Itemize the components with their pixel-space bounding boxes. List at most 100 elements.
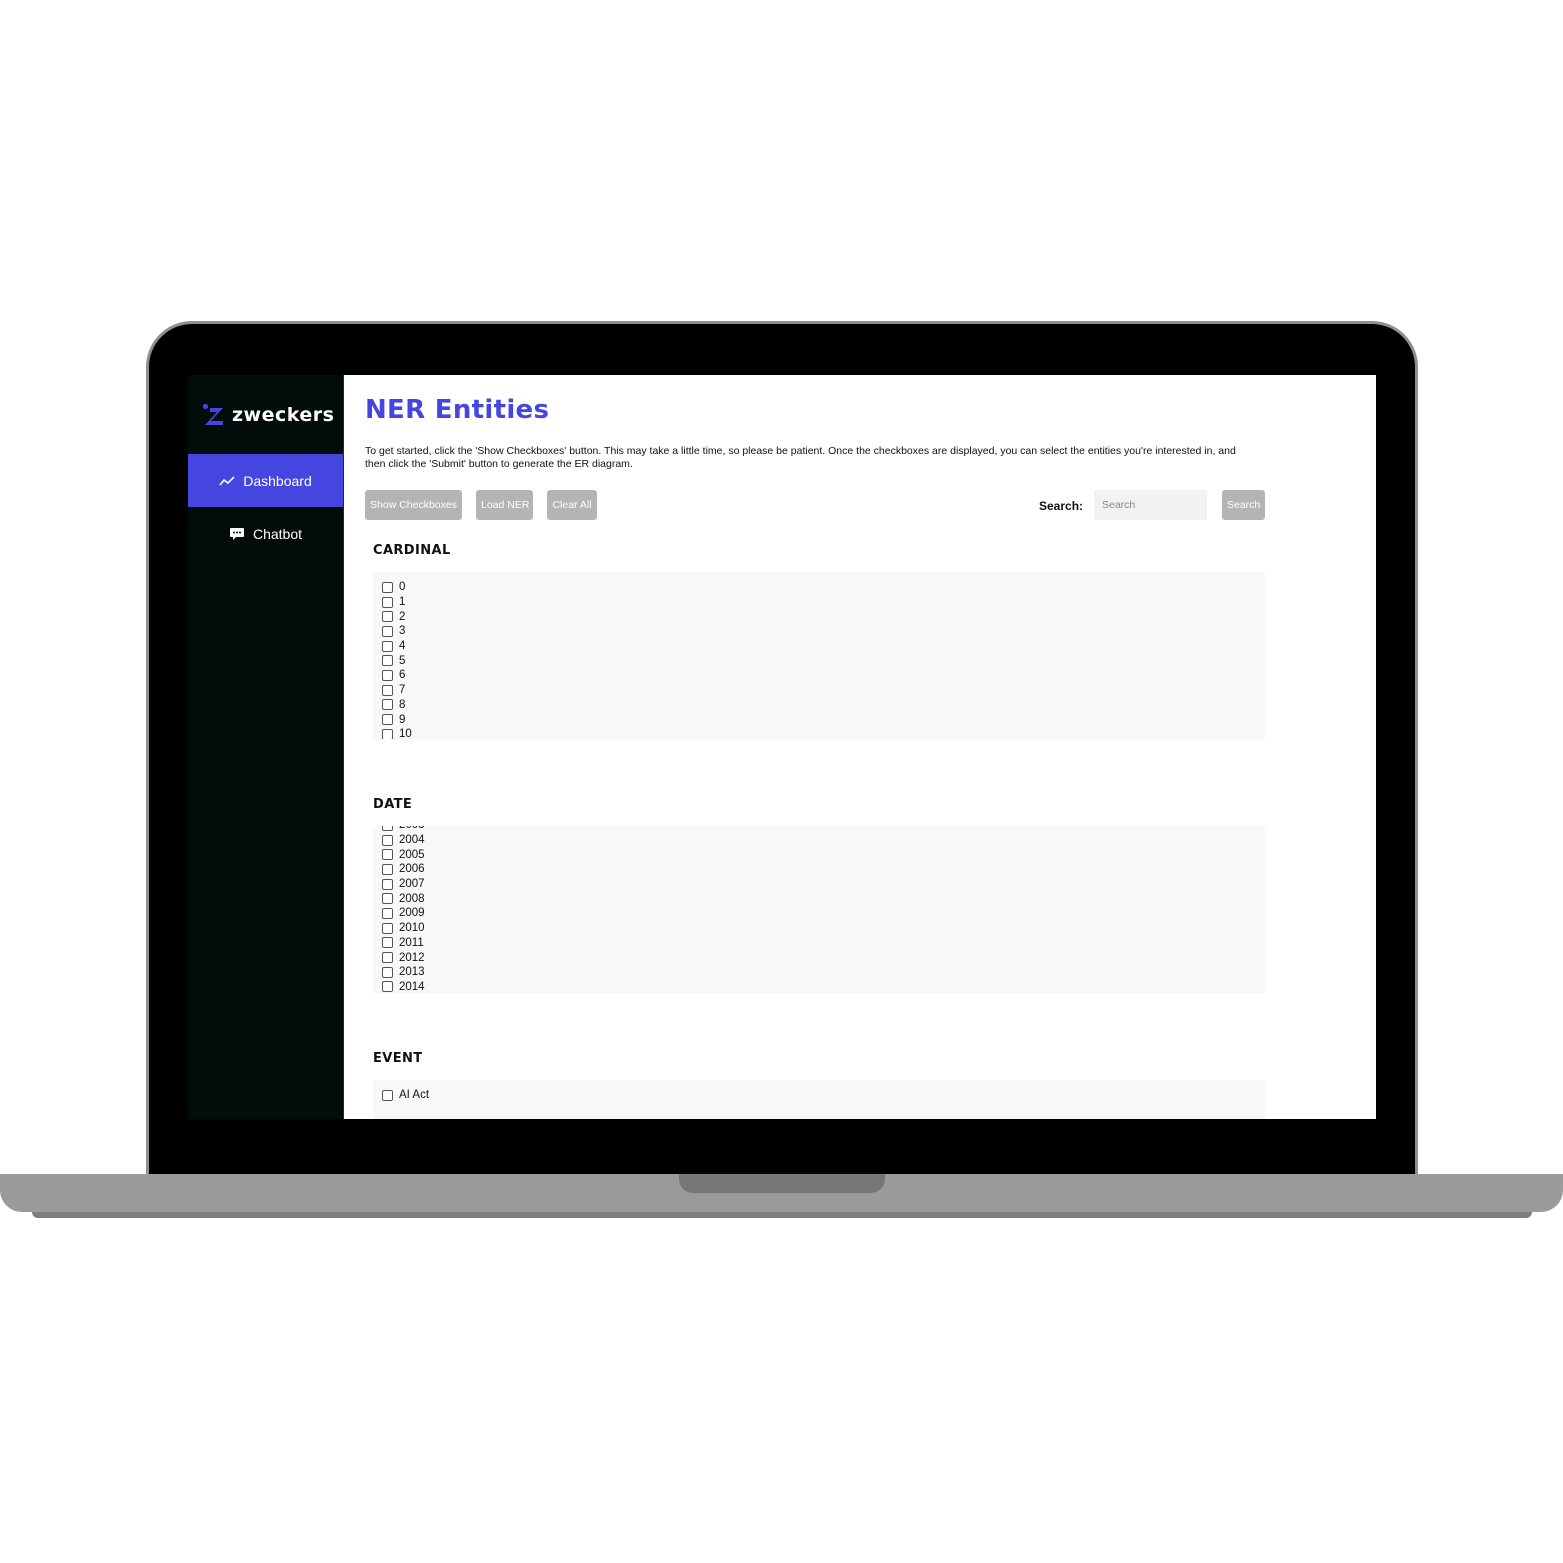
section-title: DATE — [373, 797, 413, 812]
show-checkboxes-button[interactable]: Show Checkboxes — [365, 490, 462, 520]
entity-checkbox[interactable] — [382, 581, 393, 593]
entity-list[interactable]: 0 1 2 3 4 5 6 7 8 9 10 — [373, 572, 1265, 739]
entity-checkbox[interactable] — [382, 863, 393, 875]
entity-checkbox[interactable] — [382, 966, 393, 978]
entity-label: 6 — [399, 669, 406, 682]
entity-checkbox[interactable] — [382, 834, 393, 846]
entity-checkbox[interactable] — [382, 952, 393, 964]
entity-checkbox[interactable] — [382, 669, 393, 681]
entity-list[interactable]: 2003 20042005 2006 20072008 2009 20102011 2012… — [373, 826, 1265, 993]
entity-checkbox[interactable] — [382, 596, 393, 608]
entity-label: AI Act — [399, 1089, 430, 1102]
entity-checkbox-row[interactable]: 2011 — [382, 936, 1265, 951]
entity-label: 8 — [399, 698, 406, 711]
brand[interactable]: zweckers — [188, 375, 343, 454]
entity-label: 2005 — [399, 848, 425, 861]
sidebar-item-chatbot[interactable]: Chatbot — [188, 507, 343, 560]
entity-label: 2008 — [399, 892, 425, 905]
entity-checkbox-row[interactable]: 2012 — [382, 950, 1265, 965]
entity-label: 2009 — [399, 907, 425, 920]
entity-checkbox-row[interactable]: 2006 — [382, 862, 1265, 877]
entity-checkbox[interactable] — [382, 826, 393, 831]
section-date: DATE 20032004200520062007200820092010201… — [373, 797, 1265, 993]
main-content: NER Entities To get started, click the '… — [344, 375, 1376, 1119]
entity-label: 0 — [399, 581, 406, 594]
section-cardinal: CARDINAL 0 1 2 3 4 5 6 7 8 9 10 — [373, 543, 1265, 739]
entity-label: 4 — [399, 640, 406, 653]
entity-label: 9 — [399, 713, 406, 726]
app-screen: zweckers Dashboard Chatbot NER Entities … — [188, 375, 1376, 1119]
entity-checkbox-row[interactable]: 1 — [382, 595, 1265, 610]
entity-label: 7 — [399, 684, 406, 697]
entity-label: 3 — [399, 625, 406, 638]
entity-label: 2012 — [399, 951, 425, 964]
entity-checkbox-row[interactable]: 6 — [382, 668, 1265, 683]
search-input[interactable] — [1094, 490, 1207, 520]
brand-name: zweckers — [232, 403, 335, 426]
entity-checkbox[interactable] — [382, 611, 393, 623]
entity-checkbox[interactable] — [382, 625, 393, 637]
entity-checkbox[interactable] — [382, 655, 393, 667]
entity-checkbox-row[interactable]: 2008 — [382, 891, 1265, 906]
entity-checkbox[interactable] — [382, 849, 393, 861]
entity-label: 2 — [399, 610, 406, 623]
load-ner-button[interactable]: Load NER — [476, 490, 533, 520]
laptop-foot — [32, 1212, 1532, 1218]
section-title: EVENT — [373, 1051, 423, 1066]
entity-label: 10 — [399, 728, 412, 739]
entity-checkbox-row[interactable]: 2007 — [382, 877, 1265, 892]
section-title: CARDINAL — [373, 543, 451, 558]
entity-checkbox[interactable] — [382, 922, 393, 934]
entity-label: 2011 — [399, 936, 424, 949]
entity-checkbox-row[interactable]: 9 — [382, 712, 1265, 727]
entity-label: 5 — [399, 654, 406, 667]
page-title: NER Entities — [365, 395, 550, 425]
sidebar-item-dashboard[interactable]: Dashboard — [188, 454, 343, 507]
entity-checkbox-row[interactable]: 2014 — [382, 980, 1265, 993]
entity-label: 2007 — [399, 878, 425, 891]
entity-label: 2003 — [399, 826, 425, 831]
toolbar: Show Checkboxes Load NER Clear All Searc… — [365, 490, 1265, 520]
entity-checkbox[interactable] — [382, 981, 393, 993]
entity-checkbox[interactable] — [382, 640, 393, 652]
entity-checkbox[interactable] — [382, 878, 393, 890]
entity-label: 2010 — [399, 922, 425, 935]
entity-checkbox[interactable] — [382, 684, 393, 696]
entity-checkbox-row[interactable]: 4 — [382, 639, 1265, 654]
zweckers-logo-icon — [202, 403, 223, 425]
entity-checkbox-row[interactable]: 7 — [382, 683, 1265, 698]
entity-checkbox-row[interactable]: 2009 — [382, 906, 1265, 921]
sidebar: zweckers Dashboard Chatbot — [188, 375, 344, 1119]
entity-checkbox-row[interactable]: AI Act — [382, 1088, 1265, 1103]
entity-checkbox[interactable] — [382, 728, 393, 739]
entity-checkbox[interactable] — [382, 1089, 393, 1101]
search-label: Search: — [1039, 499, 1084, 513]
entity-list[interactable]: AI Act — [373, 1080, 1265, 1119]
clear-all-button[interactable]: Clear All — [547, 490, 597, 520]
entity-checkbox[interactable] — [382, 937, 393, 949]
entity-checkbox[interactable] — [382, 893, 393, 905]
entity-checkbox-row[interactable]: 2013 — [382, 965, 1265, 980]
search-button[interactable]: Search — [1222, 490, 1265, 520]
entity-label: 1 — [399, 596, 406, 609]
entity-checkbox-row[interactable]: 10 — [382, 727, 1265, 739]
trend-line-icon — [219, 475, 235, 485]
entity-checkbox-row[interactable]: 2005 — [382, 847, 1265, 862]
intro-text: To get started, click the 'Show Checkbox… — [365, 445, 1236, 470]
entity-checkbox-row[interactable]: 2003 — [382, 826, 1265, 833]
entity-checkbox-row[interactable]: 0 — [382, 580, 1265, 595]
entity-checkbox[interactable] — [382, 714, 393, 726]
sidebar-item-label: Chatbot — [252, 525, 303, 542]
entity-checkbox-row[interactable]: 2010 — [382, 921, 1265, 936]
entity-label: 2014 — [399, 980, 425, 993]
entity-checkbox-row[interactable]: 8 — [382, 698, 1265, 713]
entity-label: 2006 — [399, 863, 425, 876]
sidebar-item-label: Dashboard — [243, 472, 312, 489]
entity-checkbox[interactable] — [382, 699, 393, 711]
laptop-notch — [679, 1174, 885, 1193]
entity-checkbox-row[interactable]: 5 — [382, 653, 1265, 668]
entity-checkbox-row[interactable]: 3 — [382, 624, 1265, 639]
entity-checkbox[interactable] — [382, 907, 393, 919]
entity-checkbox-row[interactable]: 2004 — [382, 833, 1265, 848]
entity-checkbox-row[interactable]: 2 — [382, 609, 1265, 624]
